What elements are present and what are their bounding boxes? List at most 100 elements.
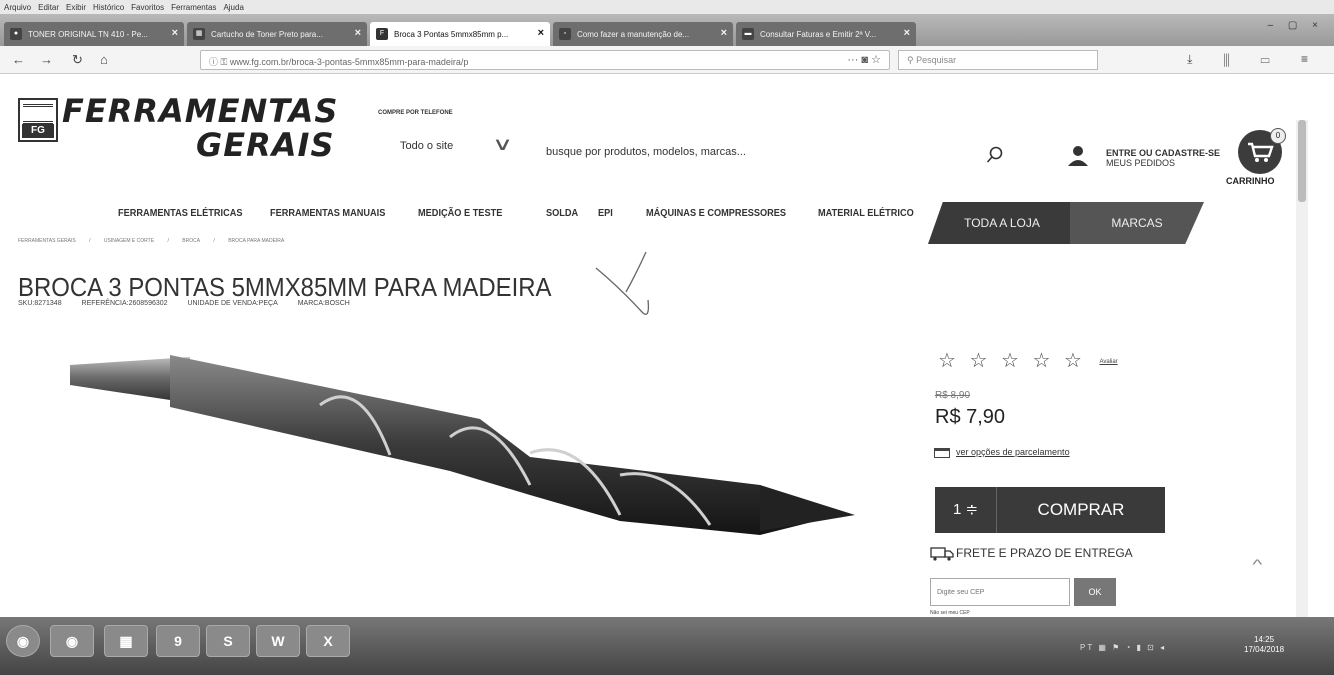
user-icon[interactable] — [1066, 144, 1090, 168]
search-icon: ⚲ — [907, 55, 917, 65]
chevron-down-icon[interactable]: ∨ — [492, 134, 513, 155]
current-price: R$ 7,90 — [935, 406, 1006, 428]
tab-close-icon[interactable]: × — [538, 27, 544, 39]
tab-label: Como fazer a manutenção de... — [577, 29, 690, 39]
scrollbar-thumb[interactable] — [1298, 120, 1306, 202]
browser-tab[interactable]: ▦ Cartucho de Toner Preto para... × — [187, 22, 367, 46]
breadcrumb: FERRAMENTAS GERAIS / USINAGEM E CORTE / … — [18, 238, 296, 244]
site-search-input[interactable]: busque por produtos, modelos, marcas... — [546, 146, 746, 158]
tray-icons[interactable]: ▦ ⚑ ◔ ▮ ⊡ ◂ — [1098, 643, 1166, 652]
all-store-button[interactable]: TODA A LOJA — [928, 202, 1076, 244]
browser-tab[interactable]: ● TONER ORIGINAL TN 410 - Pe... × — [4, 22, 184, 46]
menu-view[interactable]: Exibir — [66, 3, 86, 12]
tab-favicon-icon: ▦ — [193, 28, 205, 40]
nav-item-measurement[interactable]: MEDIÇÃO E TESTE — [418, 208, 502, 219]
clock[interactable]: 14:25 17/04/2018 — [1244, 635, 1284, 655]
nav-item-machines[interactable]: MÁQUINAS E COMPRESSORES — [646, 208, 786, 219]
rating-stars[interactable]: ☆ ☆ ☆ ☆ ☆ Avaliar — [938, 348, 1118, 373]
cep-ok-button[interactable]: OK — [1074, 578, 1116, 606]
nav-item-epi[interactable]: EPI — [598, 208, 613, 219]
account-link[interactable]: ENTRE OU CADASTRE-SE MEUS PEDIDOS — [1106, 148, 1220, 168]
quantity-stepper[interactable]: 1 ≑ — [935, 487, 997, 533]
home-icon[interactable]: ⌂ — [100, 52, 108, 67]
start-icon[interactable]: ◉ — [6, 625, 40, 657]
browser-search-field[interactable]: ⚲ Pesquisar — [898, 50, 1098, 70]
browser-tab[interactable]: ▫ Como fazer a manutenção de... × — [553, 22, 733, 46]
login-label: ENTRE OU CADASTRE-SE — [1106, 148, 1221, 158]
nav-item-electrical[interactable]: MATERIAL ELÉTRICO — [818, 208, 914, 219]
nav-item-welding[interactable]: SOLDA — [546, 208, 578, 219]
truck-icon — [930, 547, 954, 561]
logo-badge: FG — [22, 124, 54, 138]
product-image — [70, 355, 855, 535]
tab-close-icon[interactable]: × — [721, 27, 727, 39]
orders-link[interactable]: MEUS PEDIDOS — [1106, 158, 1220, 168]
word-icon[interactable]: W — [256, 625, 300, 657]
browser-toolbar-icons[interactable]: ⤓ ⫼ ▭ ≡ — [1187, 52, 1322, 67]
site-logo[interactable]: FG FERRAMENTAS GERAIS — [18, 92, 348, 164]
product-sku: SKU:8271348 — [18, 300, 62, 307]
language-indicator[interactable]: PT — [1080, 643, 1094, 652]
breadcrumb-item[interactable]: BROCA — [182, 238, 200, 244]
cart-button[interactable]: 0 CARRINHO — [1226, 128, 1296, 190]
credit-card-icon — [934, 447, 950, 458]
skype-icon[interactable]: S — [206, 625, 250, 657]
tab-close-icon[interactable]: × — [904, 27, 910, 39]
forward-arrow-icon[interactable]: → — [40, 52, 53, 67]
shipping-section: FRETE E PRAZO DE ENTREGA — [930, 546, 1133, 561]
browser-menubar: Arquivo Editar Exibir Histórico Favorito… — [0, 0, 1334, 14]
menu-file[interactable]: Arquivo — [4, 3, 31, 12]
clock-time: 14:25 — [1254, 635, 1275, 644]
brands-button[interactable]: MARCAS — [1070, 202, 1204, 244]
tab-close-icon[interactable]: × — [172, 27, 178, 39]
breadcrumb-item[interactable]: USINAGEM E CORTE — [104, 238, 154, 244]
installments-label: ver opções de parcelamento — [956, 447, 1070, 457]
clock-date: 17/04/2018 — [1244, 645, 1285, 654]
breadcrumb-separator: / — [213, 238, 215, 244]
app-icon[interactable]: 9 — [156, 625, 200, 657]
breadcrumb-item[interactable]: FERRAMENTAS GERAIS — [18, 238, 76, 244]
page-actions-icon[interactable]: ··· ◙ ☆ — [847, 53, 881, 66]
menu-bookmarks[interactable]: Favoritos — [131, 3, 164, 12]
nav-item-power-tools[interactable]: FERRAMENTAS ELÉTRICAS — [118, 208, 243, 219]
search-icon[interactable] — [986, 146, 1004, 164]
review-link[interactable]: Avaliar — [1099, 359, 1117, 365]
browser-icon[interactable]: ◉ — [50, 625, 94, 657]
page-title: BROCA 3 PONTAS 5MMX85MM PARA MADEIRA — [18, 272, 552, 302]
handwritten-check-mark — [595, 251, 650, 315]
phone-order-label[interactable]: COMPRE POR TELEFONE — [378, 110, 453, 116]
file-explorer-icon[interactable]: ▦ — [104, 625, 148, 657]
menu-tools[interactable]: Ferramentas — [171, 3, 216, 12]
no-cep-link[interactable]: Não sei meu CEP — [930, 610, 970, 616]
browser-navbar: ← → ↻ ⌂ ⓘ ⚿ www.fg.com.br/broca-3-pontas… — [0, 46, 1334, 74]
browser-tabbar: ● TONER ORIGINAL TN 410 - Pe... × ▦ Cart… — [0, 14, 1334, 46]
windows-taskbar: ◉ ◉ ▦ 9 S W X PT ▦ ⚑ ◔ ▮ ⊡ ◂ 14:25 17/04… — [0, 617, 1334, 675]
breadcrumb-item[interactable]: BROCA PARA MADEIRA — [228, 238, 284, 244]
tab-favicon-icon: ▫ — [559, 28, 571, 40]
browser-tab[interactable]: ▬ Consultar Faturas e Emitir 2ª V... × — [736, 22, 916, 46]
logo-text-line1: FERRAMENTAS — [62, 92, 339, 130]
menu-help[interactable]: Ajuda — [223, 3, 243, 12]
browser-tab-active[interactable]: F Broca 3 Pontas 5mmx85mm p... × — [370, 22, 550, 46]
installments-link[interactable]: ver opções de parcelamento — [934, 447, 1070, 458]
cep-input[interactable] — [930, 578, 1070, 606]
info-icon[interactable]: ⓘ ⚿ — [209, 57, 230, 67]
excel-icon[interactable]: X — [306, 625, 350, 657]
system-tray[interactable]: PT ▦ ⚑ ◔ ▮ ⊡ ◂ — [1080, 643, 1166, 652]
search-scope-select[interactable]: Todo o site — [400, 140, 453, 152]
window-controls[interactable]: – ▢ × — [1268, 20, 1324, 31]
chevron-up-icon[interactable]: ^ — [1252, 556, 1262, 572]
star-icons: ☆ ☆ ☆ ☆ ☆ — [938, 350, 1086, 372]
page-scrollbar[interactable] — [1296, 120, 1308, 620]
nav-item-hand-tools[interactable]: FERRAMENTAS MANUAIS — [270, 208, 385, 219]
product-reference: REFERÊNCIA:2608596302 — [81, 300, 168, 307]
menu-edit[interactable]: Editar — [38, 3, 59, 12]
back-arrow-icon[interactable]: ← — [12, 52, 25, 67]
reload-icon[interactable]: ↻ — [72, 52, 83, 68]
menu-history[interactable]: Histórico — [93, 3, 124, 12]
buy-button[interactable]: COMPRAR — [997, 487, 1165, 533]
tab-close-icon[interactable]: × — [355, 27, 361, 39]
address-bar[interactable]: ⓘ ⚿ www.fg.com.br/broca-3-pontas-5mmx85m… — [200, 50, 890, 70]
product-meta: SKU:8271348 REFERÊNCIA:2608596302 UNIDAD… — [18, 300, 368, 307]
category-nav: FERRAMENTAS ELÉTRICAS FERRAMENTAS MANUAI… — [0, 196, 940, 236]
